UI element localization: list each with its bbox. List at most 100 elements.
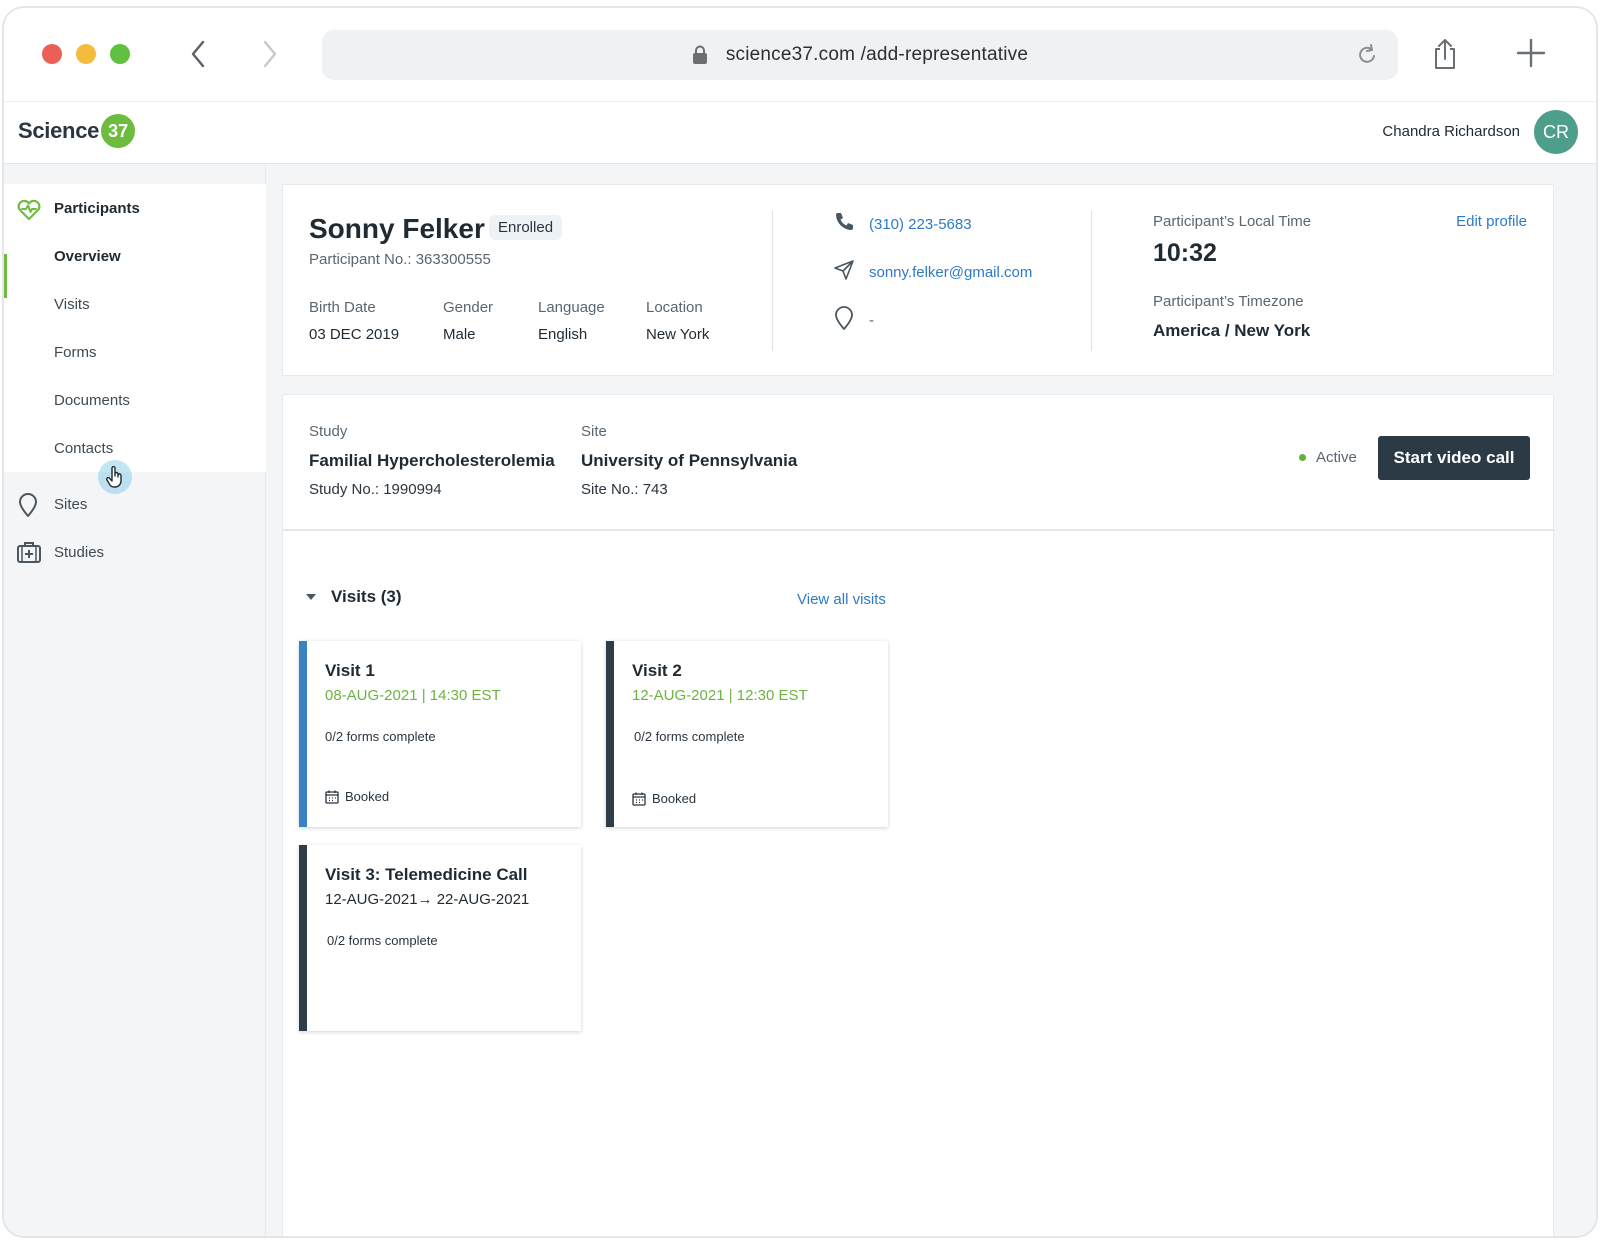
sidebar-item-visits[interactable]: Visits <box>54 296 90 313</box>
site-label: Site <box>581 423 607 440</box>
start-video-call-button[interactable]: Start video call <box>1378 436 1530 480</box>
birth-date-label: Birth Date <box>309 299 376 316</box>
map-pin-icon <box>16 492 40 523</box>
address-row: - <box>833 305 874 336</box>
active-indicator <box>4 254 7 298</box>
visit-card[interactable]: Visit 2 12-AUG-2021 | 12:30 EST 0/2 form… <box>606 641 888 827</box>
share-icon <box>1435 39 1455 69</box>
phone-row: (310) 223-5683 <box>833 211 972 238</box>
divider <box>772 211 773 351</box>
lock-icon <box>692 45 708 65</box>
visit-status-text: Booked <box>652 791 697 806</box>
study-number: Study No.: 1990994 <box>309 481 442 498</box>
study-name: Familial Hypercholesterolemia <box>309 451 555 470</box>
forward-button[interactable] <box>252 36 288 72</box>
map-pin-icon <box>833 305 855 336</box>
minimize-window-button[interactable] <box>76 44 96 64</box>
pointer-hand-icon <box>106 465 124 493</box>
visit-title: Visit 2 <box>632 661 682 680</box>
timezone-label: Participant’s Timezone <box>1153 293 1304 310</box>
logo-text: Science <box>18 118 100 143</box>
language-field: Language English <box>538 299 605 343</box>
language-value: English <box>538 326 588 343</box>
site-name: University of Pennsylvania <box>581 451 798 470</box>
address-bar[interactable]: science37.com /add-representative <box>322 30 1398 80</box>
visit-date: 12-AUG-2021→ 22-AUG-2021 <box>325 891 530 908</box>
visit-date: 08-AUG-2021 | 14:30 EST <box>325 687 501 704</box>
study-summary: Study Familial Hypercholesterolemia Stud… <box>283 395 1553 531</box>
visit-title: Visit 3: Telemedicine Call <box>325 865 528 884</box>
visit-status-text: Booked <box>345 789 390 804</box>
participant-name: Sonny Felker <box>309 213 485 244</box>
birth-date-value: 03 DEC 2019 <box>309 326 400 343</box>
share-button[interactable] <box>1432 38 1458 75</box>
app-header: Science 37 Chandra Richardson CR <box>4 102 1596 164</box>
sidebar-item-forms[interactable]: Forms <box>54 344 97 361</box>
timezone-value: America / New York <box>1153 321 1311 340</box>
sidebar-item-documents[interactable]: Documents <box>54 392 130 409</box>
new-tab-button[interactable] <box>1516 38 1546 73</box>
phone-icon <box>833 211 855 238</box>
active-status: Active <box>1299 449 1357 466</box>
calendar-icon <box>632 792 646 806</box>
location-field: Location New York <box>646 299 709 343</box>
sidebar-item-studies[interactable]: Studies <box>54 544 104 561</box>
zoom-window-button[interactable] <box>110 44 130 64</box>
gender-label: Gender <box>443 299 494 316</box>
email-link[interactable]: sonny.felker@gmail.com <box>869 264 1032 281</box>
edit-profile-link[interactable]: Edit profile <box>1456 213 1527 230</box>
browser-toolbar: science37.com /add-representative <box>4 8 1596 102</box>
chevron-left-icon <box>191 40 205 68</box>
close-window-button[interactable] <box>42 44 62 64</box>
location-label: Location <box>646 299 703 316</box>
browser-window: science37.com /add-representative Scienc… <box>2 6 1598 1238</box>
study-label: Study <box>309 423 348 440</box>
main-content: Sonny Felker Enrolled Participant No.: 3… <box>266 164 1596 1236</box>
heart-pulse-icon <box>16 198 42 227</box>
reload-icon[interactable] <box>1356 43 1378 72</box>
visit-status: Booked <box>325 789 389 804</box>
local-time-label: Participant’s Local Time <box>1153 213 1312 230</box>
sidebar-item-participants[interactable]: Participants <box>54 200 140 217</box>
status-text: Active <box>1316 449 1357 466</box>
visit-card[interactable]: Visit 3: Telemedicine Call 12-AUG-2021→ … <box>299 845 581 1031</box>
visit-date: 12-AUG-2021 | 12:30 EST <box>632 687 808 704</box>
plus-icon <box>1516 38 1546 68</box>
participant-number: Participant No.: 363300555 <box>309 251 491 268</box>
sidebar: Participants Overview Visits Forms Docum… <box>4 164 266 1236</box>
sidebar-item-sites[interactable]: Sites <box>54 496 87 513</box>
phone-link[interactable]: (310) 223-5683 <box>869 216 972 233</box>
status-badge: Enrolled <box>489 215 563 240</box>
logo-badge: 37 <box>101 114 136 148</box>
participant-profile-card: Sonny Felker Enrolled Participant No.: 3… <box>282 184 1554 376</box>
science37-logo[interactable]: Science 37 <box>18 114 136 148</box>
visit-forms-progress: 0/2 forms complete <box>634 729 745 744</box>
status-dot <box>1299 454 1306 461</box>
language-label: Language <box>538 299 605 316</box>
location-value: New York <box>646 326 710 343</box>
email-row: sonny.felker@gmail.com <box>833 259 1032 286</box>
divider <box>1091 211 1092 351</box>
local-time-value: 10:32 <box>1153 239 1217 267</box>
birth-date-field: Birth Date 03 DEC 2019 <box>309 299 399 343</box>
user-name: Chandra Richardson <box>1382 123 1520 140</box>
briefcase-medical-icon <box>16 540 42 569</box>
sidebar-item-contacts[interactable]: Contacts <box>54 440 113 457</box>
visit-status: Booked <box>632 791 696 806</box>
view-all-visits-link[interactable]: View all visits <box>797 591 886 608</box>
study-card: Study Familial Hypercholesterolemia Stud… <box>282 394 1554 1236</box>
back-button[interactable] <box>180 36 216 72</box>
url-text: science37.com /add-representative <box>725 44 1029 65</box>
visit-forms-progress: 0/2 forms complete <box>325 729 436 744</box>
avatar[interactable]: CR <box>1534 110 1578 154</box>
sidebar-item-overview[interactable]: Overview <box>54 248 121 265</box>
visit-forms-progress: 0/2 forms complete <box>327 933 438 948</box>
send-icon <box>833 259 855 286</box>
caret-down-icon <box>306 594 316 600</box>
participants-nav-group: Participants Overview Visits Forms Docum… <box>4 184 266 494</box>
visit-card[interactable]: Visit 1 08-AUG-2021 | 14:30 EST 0/2 form… <box>299 641 581 827</box>
visits-toggle[interactable]: Visits (3) <box>305 587 402 607</box>
address-value: - <box>869 312 874 329</box>
gender-value: Male <box>443 326 476 343</box>
visits-title: Visits (3) <box>331 587 402 606</box>
